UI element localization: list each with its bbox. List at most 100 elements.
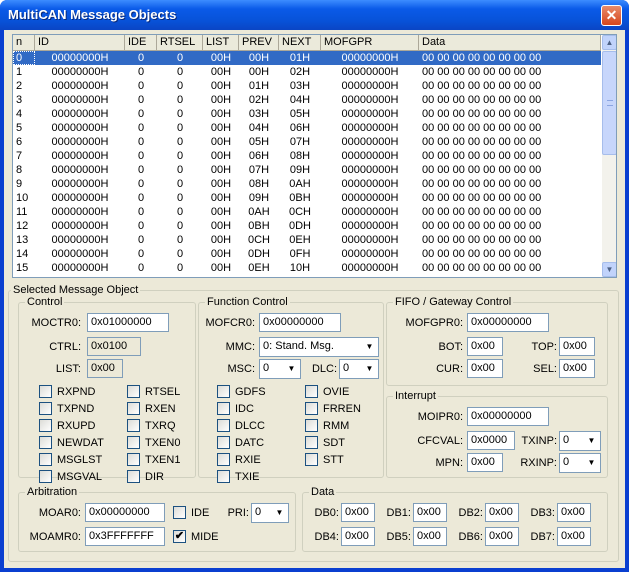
checkbox-rxpnd[interactable] [39,385,52,398]
moar-label: MOAR0: [38,507,81,519]
table-cell: 0BH [289,192,311,204]
table-row[interactable]: 14 00000000H 0 0 00H 0DH 0FH 00000000H 00 00 00 … [13,247,601,261]
data-byte-field[interactable]: 0x00 [341,503,375,522]
mofcr-label: MOFCR0: [205,317,256,329]
table-row[interactable]: 9 00000000H 0 0 00H 08H 0AH 00000000H 00 00 00 0… [13,177,601,191]
table-cell: 00000000H [51,248,109,260]
table-cell: 00 00 00 00 00 00 00 00 [422,108,542,120]
table-cell: 0 [176,178,184,190]
cur-field[interactable]: 0x00 [467,359,503,378]
mofcr-field[interactable]: 0x00000000 [259,313,341,332]
checkbox-txpnd[interactable] [39,402,52,415]
table-row[interactable]: 1 00000000H 0 0 00H 00H 02H 00000000H 00 00 00 0… [13,65,601,79]
checkbox-datc[interactable] [217,436,230,449]
txinp-label: TXINP: [521,435,557,447]
checkbox-stt[interactable] [305,453,318,466]
checkbox-gdfs[interactable] [217,385,230,398]
data-byte-field[interactable]: 0x00 [341,527,375,546]
table-row[interactable]: 2 00000000H 0 0 00H 01H 03H 00000000H 00 00 00 0… [13,79,601,93]
checkbox-txie[interactable] [217,470,230,483]
checkbox-rxen[interactable] [127,402,140,415]
close-button[interactable]: ✕ [601,5,622,26]
table-row[interactable]: 11 00000000H 0 0 00H 0AH 0CH 00000000H 00 00 00 … [13,205,601,219]
column-header-3[interactable]: RTSEL [157,35,203,51]
checkbox-newdat[interactable] [39,436,52,449]
scroll-up-button[interactable]: ▲ [602,35,616,50]
table-row[interactable]: 8 00000000H 0 0 00H 07H 09H 00000000H 00 00 00 0… [13,163,601,177]
rxinp-label: RXINP: [520,457,557,469]
table-row[interactable]: 6 00000000H 0 0 00H 05H 07H 00000000H 00 00 00 0… [13,135,601,149]
mmc-dropdown[interactable]: 0: Stand. Msg. ▼ [259,337,379,357]
checkbox-ovie[interactable] [305,385,318,398]
vertical-scrollbar[interactable]: ▲ ▼ [602,35,616,277]
cfcval-label: CFCVAL: [417,435,463,447]
moamr-field[interactable]: 0x3FFFFFFF [85,527,165,546]
checkbox-txen0[interactable] [127,436,140,449]
table-row[interactable]: 4 00000000H 0 0 00H 03H 05H 00000000H 00 00 00 0… [13,107,601,121]
data-byte-field[interactable]: 0x00 [557,527,591,546]
bot-field[interactable]: 0x00 [467,337,503,356]
title-bar[interactable]: MultiCAN Message Objects ✕ [0,0,629,30]
table-row[interactable]: 12 00000000H 0 0 00H 0BH 0DH 00000000H 00 00 00 … [13,219,601,233]
checkbox-txen1[interactable] [127,453,140,466]
scroll-thumb[interactable] [602,51,616,155]
table-cell: 0 [176,136,184,148]
data-byte-field[interactable]: 0x00 [413,527,447,546]
ide-checkbox[interactable] [173,506,186,519]
table-cell: 0 [176,164,184,176]
moipr-field[interactable]: 0x00000000 [467,407,549,426]
top-field[interactable]: 0x00 [559,337,595,356]
mide-checkbox[interactable]: ✔ [173,530,186,543]
table-row[interactable]: 10 00000000H 0 0 00H 09H 0BH 00000000H 00 00 00 … [13,191,601,205]
table-row[interactable]: 3 00000000H 0 0 00H 02H 04H 00000000H 00 00 00 0… [13,93,601,107]
data-byte-field[interactable]: 0x00 [485,503,519,522]
table-row[interactable]: 15 00000000H 0 0 00H 0EH 10H 00000000H 00 00 00 … [13,261,601,275]
table-row[interactable]: 0 00000000H 0 0 00H 00H 01H 00000000H 00 00 00 0… [13,51,601,65]
checkbox-dlcc[interactable] [217,419,230,432]
chevron-up-icon: ▲ [605,38,614,47]
moar-field[interactable]: 0x00000000 [85,503,165,522]
column-header-1[interactable]: ID [35,35,125,51]
checkbox-label: RTSEL [145,386,181,398]
column-header-6[interactable]: NEXT [279,35,321,51]
data-byte-field[interactable]: 0x00 [557,503,591,522]
mpn-field[interactable]: 0x00 [467,453,503,472]
checkbox-rxie[interactable] [217,453,230,466]
moctr-label: MOCTR0: [31,317,82,329]
checkbox-msgval[interactable] [39,470,52,483]
column-header-5[interactable]: PREV [239,35,279,51]
rxinp-dropdown[interactable]: 0 ▼ [559,453,601,473]
column-header-7[interactable]: MOFGPR [321,35,419,51]
msc-dropdown[interactable]: 0 ▼ [259,359,301,379]
checkbox-frren[interactable] [305,402,318,415]
checkbox-rxupd[interactable] [39,419,52,432]
main-window: MultiCAN Message Objects ✕ n ID IDE RTSEL LI… [0,0,629,572]
column-header-0[interactable]: n [13,35,35,51]
data-byte-field[interactable]: 0x00 [485,527,519,546]
table-row[interactable]: 5 00000000H 0 0 00H 04H 06H 00000000H 00 00 00 0… [13,121,601,135]
checkbox-rmm[interactable] [305,419,318,432]
checkbox-rtsel[interactable] [127,385,140,398]
table-cell: 0CH [247,234,270,246]
sel-field[interactable]: 0x00 [559,359,595,378]
checkbox-idc[interactable] [217,402,230,415]
checkbox-dir[interactable] [127,470,140,483]
pri-dropdown[interactable]: 0 ▼ [251,503,289,523]
cfcval-field[interactable]: 0x0000 [467,431,515,450]
selected-group-title: Selected Message Object [11,284,141,296]
checkbox-msglst[interactable] [39,453,52,466]
moctr-field[interactable]: 0x01000000 [87,313,169,332]
checkbox-sdt[interactable] [305,436,318,449]
dlc-dropdown[interactable]: 0 ▼ [339,359,379,379]
mofgpr-field[interactable]: 0x00000000 [467,313,549,332]
checkbox-txrq[interactable] [127,419,140,432]
table-row[interactable]: 13 00000000H 0 0 00H 0CH 0EH 00000000H 00 00 00 … [13,233,601,247]
scroll-down-button[interactable]: ▼ [602,262,616,277]
data-byte-field[interactable]: 0x00 [413,503,447,522]
txinp-dropdown[interactable]: 0 ▼ [559,431,601,451]
column-header-4[interactable]: LIST [203,35,239,51]
column-header-2[interactable]: IDE [125,35,157,51]
table-row[interactable]: 7 00000000H 0 0 00H 06H 08H 00000000H 00 00 00 0… [13,149,601,163]
column-header-8[interactable]: Data [419,35,601,51]
message-object-list[interactable]: n ID IDE RTSEL LIST PREV NEXT MOFGPR Data 0 00000… [12,34,617,278]
